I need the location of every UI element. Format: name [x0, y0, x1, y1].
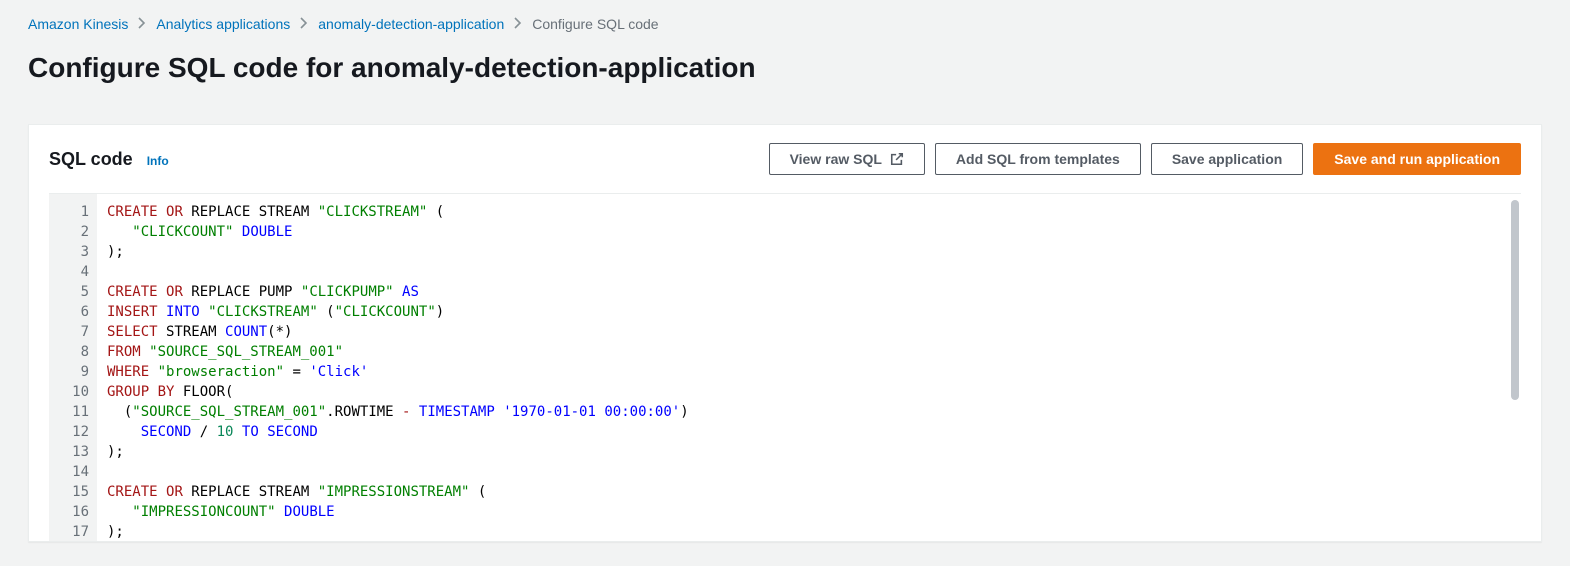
- chevron-right-icon: [300, 14, 308, 34]
- editor-code-area[interactable]: CREATE OR REPLACE STREAM "CLICKSTREAM" (…: [97, 194, 1521, 541]
- save-and-run-button[interactable]: Save and run application: [1313, 143, 1521, 175]
- add-sql-templates-label: Add SQL from templates: [956, 151, 1120, 167]
- page-title: Configure SQL code for anomaly-detection…: [28, 52, 1542, 84]
- editor-gutter: 1234567891011121314151617: [49, 194, 97, 541]
- breadcrumb-link-app[interactable]: anomaly-detection-application: [318, 14, 504, 34]
- panel-title: SQL code: [49, 149, 133, 170]
- save-application-button[interactable]: Save application: [1151, 143, 1303, 175]
- sql-code-panel: SQL code Info View raw SQL Add SQL fro: [28, 124, 1542, 542]
- external-link-icon: [890, 152, 904, 166]
- breadcrumb: Amazon Kinesis Analytics applications an…: [28, 14, 1542, 34]
- view-raw-sql-button[interactable]: View raw SQL: [769, 143, 925, 175]
- chevron-right-icon: [138, 14, 146, 34]
- chevron-right-icon: [514, 14, 522, 34]
- breadcrumb-link-kinesis[interactable]: Amazon Kinesis: [28, 14, 128, 34]
- sql-editor[interactable]: 1234567891011121314151617 CREATE OR REPL…: [49, 193, 1521, 541]
- add-sql-templates-button[interactable]: Add SQL from templates: [935, 143, 1141, 175]
- save-application-label: Save application: [1172, 151, 1282, 167]
- save-and-run-label: Save and run application: [1334, 151, 1500, 167]
- breadcrumb-current: Configure SQL code: [532, 14, 658, 34]
- editor-scrollbar[interactable]: [1511, 200, 1519, 400]
- info-link[interactable]: Info: [147, 154, 169, 168]
- panel-actions: View raw SQL Add SQL from templates Save…: [769, 143, 1521, 175]
- breadcrumb-link-analytics[interactable]: Analytics applications: [156, 14, 290, 34]
- view-raw-sql-label: View raw SQL: [790, 151, 882, 167]
